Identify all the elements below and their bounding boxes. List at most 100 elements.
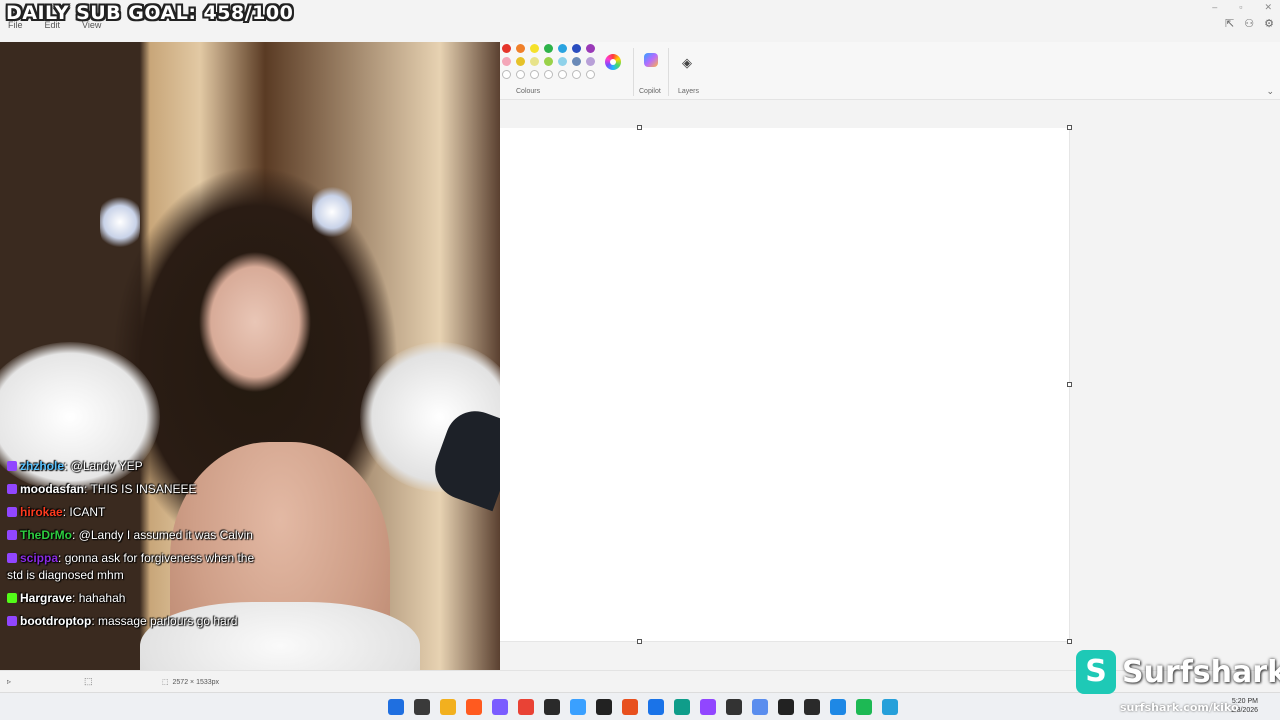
share-icon[interactable]: ⇱ (1225, 17, 1234, 30)
colour-swatch[interactable] (502, 44, 511, 53)
taskbar-app-icon[interactable] (882, 699, 898, 715)
taskbar: 5:20 PM 1/8/2026 (0, 692, 1280, 720)
taskbar-app-icon[interactable] (570, 699, 586, 715)
custom-colour-slot[interactable] (558, 70, 567, 79)
screen: File Edit View DAILY SUB GOAL: 458/100 –… (0, 0, 1280, 720)
custom-colour-slot[interactable] (572, 70, 581, 79)
colours-label: Colours (516, 88, 541, 95)
taskbar-app-icon[interactable] (518, 699, 534, 715)
taskbar-app-icon[interactable] (674, 699, 690, 715)
resize-handle-top-right[interactable] (1067, 125, 1072, 130)
taskbar-app-icon[interactable] (830, 699, 846, 715)
taskbar-app-icon[interactable] (466, 699, 482, 715)
chat-text: massage parlours go hard (97, 614, 238, 628)
chat-message: hirokae: ICANT (0, 504, 270, 521)
colour-swatch[interactable] (586, 44, 595, 53)
chat-overlay: zhzhole: @Landy YEP moodasfan: THIS IS IN… (0, 458, 270, 636)
colour-swatch[interactable] (586, 57, 595, 66)
colour-swatch[interactable] (558, 57, 567, 66)
chat-badge-icon (7, 530, 17, 540)
colour-swatch[interactable] (502, 57, 511, 66)
chat-text: ICANT (69, 505, 106, 519)
canvas-size: ⬚ 2572 × 1533px (162, 679, 220, 686)
hair-ornament (312, 182, 352, 242)
colour-swatch[interactable] (530, 57, 539, 66)
taskbar-apps (388, 699, 898, 715)
chat-username: hirokae (20, 505, 63, 519)
taskbar-app-icon[interactable] (726, 699, 742, 715)
chat-badge-icon (7, 461, 17, 471)
taskbar-app-icon[interactable] (414, 699, 430, 715)
chat-badge-icon (7, 507, 17, 517)
colour-swatch[interactable] (558, 44, 567, 53)
colour-swatch[interactable] (516, 44, 525, 53)
sponsor-banner: S Surfshark (1076, 650, 1280, 694)
selection-icon: ⬚ (84, 676, 93, 686)
canvas-size-value: 2572 × 1533px (172, 679, 220, 686)
taskbar-app-icon[interactable] (648, 699, 664, 715)
edit-colours-icon[interactable] (605, 54, 621, 70)
custom-colour-slot[interactable] (544, 70, 553, 79)
resize-handle-bottom[interactable] (637, 639, 642, 644)
chat-message: Hargrave: hahahah (0, 590, 270, 607)
maximize-icon[interactable]: ▫ (1239, 2, 1242, 13)
colour-swatch[interactable] (530, 44, 539, 53)
close-icon[interactable]: ✕ (1264, 2, 1272, 13)
chevron-down-icon[interactable]: ⌄ (1266, 86, 1274, 97)
layers-icon[interactable]: ◈ (682, 55, 692, 71)
window-controls: – ▫ ✕ (1212, 2, 1272, 13)
chat-message: scippa: gonna ask for forgiveness when t… (7, 551, 255, 582)
custom-colour-slot[interactable] (586, 70, 595, 79)
taskbar-app-icon[interactable] (752, 699, 768, 715)
resize-handle-bottom-right[interactable] (1067, 639, 1072, 644)
sponsor-url: surfshark.com/kiko (1120, 701, 1239, 714)
taskbar-app-icon[interactable] (544, 699, 560, 715)
taskbar-app-icon[interactable] (388, 699, 404, 715)
chat-badge-icon (7, 484, 17, 494)
chat-username: moodasfan (20, 482, 85, 496)
chat-username: Hargrave (20, 591, 73, 605)
taskbar-app-icon[interactable] (778, 699, 794, 715)
taskbar-app-icon[interactable] (856, 699, 872, 715)
sponsor-name: Surfshark (1122, 654, 1280, 690)
resize-handle-right[interactable] (1067, 382, 1072, 387)
taskbar-app-icon[interactable] (596, 699, 612, 715)
chat-message: moodasfan: THIS IS INSANEEE (0, 481, 270, 498)
top-right-icons: ⇱ ⚇ ⚙ (1225, 17, 1274, 30)
chat-message: zhzhole: @Landy YEP (0, 458, 270, 475)
colour-swatch[interactable] (544, 57, 553, 66)
chat-username: bootdroptop (20, 614, 92, 628)
account-icon[interactable]: ⚇ (1244, 17, 1254, 30)
copilot-icon[interactable] (644, 53, 658, 67)
taskbar-app-icon[interactable] (440, 699, 456, 715)
taskbar-app-icon[interactable] (804, 699, 820, 715)
colour-swatch[interactable] (572, 57, 581, 66)
chat-username: TheDrMo (20, 528, 72, 542)
copilot-label: Copilot (639, 88, 661, 95)
colour-swatch[interactable] (572, 44, 581, 53)
colour-swatch[interactable] (544, 44, 553, 53)
menu-bar: File Edit View DAILY SUB GOAL: 458/100 –… (0, 0, 1280, 42)
custom-colour-slot[interactable] (516, 70, 525, 79)
chat-text: @Landy I assumed it was Calvin (78, 528, 253, 542)
colour-palette (502, 44, 600, 79)
colour-swatch[interactable] (516, 57, 525, 66)
taskbar-app-icon[interactable] (492, 699, 508, 715)
settings-icon[interactable]: ⚙ (1264, 17, 1274, 30)
ribbon-divider (668, 48, 669, 96)
custom-colour-slot[interactable] (530, 70, 539, 79)
ribbon-toolbar: Colours Copilot ◈ Layers ⌄ (500, 42, 1280, 100)
chat-badge-icon (7, 553, 17, 563)
custom-colour-slot[interactable] (502, 70, 511, 79)
canvas-area (500, 101, 1280, 670)
chat-username: scippa (20, 551, 59, 565)
taskbar-app-icon[interactable] (622, 699, 638, 715)
ribbon-divider (633, 48, 634, 96)
drawing-canvas[interactable] (500, 128, 1070, 642)
pointer-icon: ▹ (7, 677, 12, 686)
taskbar-app-icon[interactable] (700, 699, 716, 715)
resize-handle-top[interactable] (637, 125, 642, 130)
chat-badge-icon (7, 593, 17, 603)
minimize-icon[interactable]: – (1212, 2, 1217, 13)
chat-message: TheDrMo: @Landy I assumed it was Calvin (0, 527, 270, 544)
